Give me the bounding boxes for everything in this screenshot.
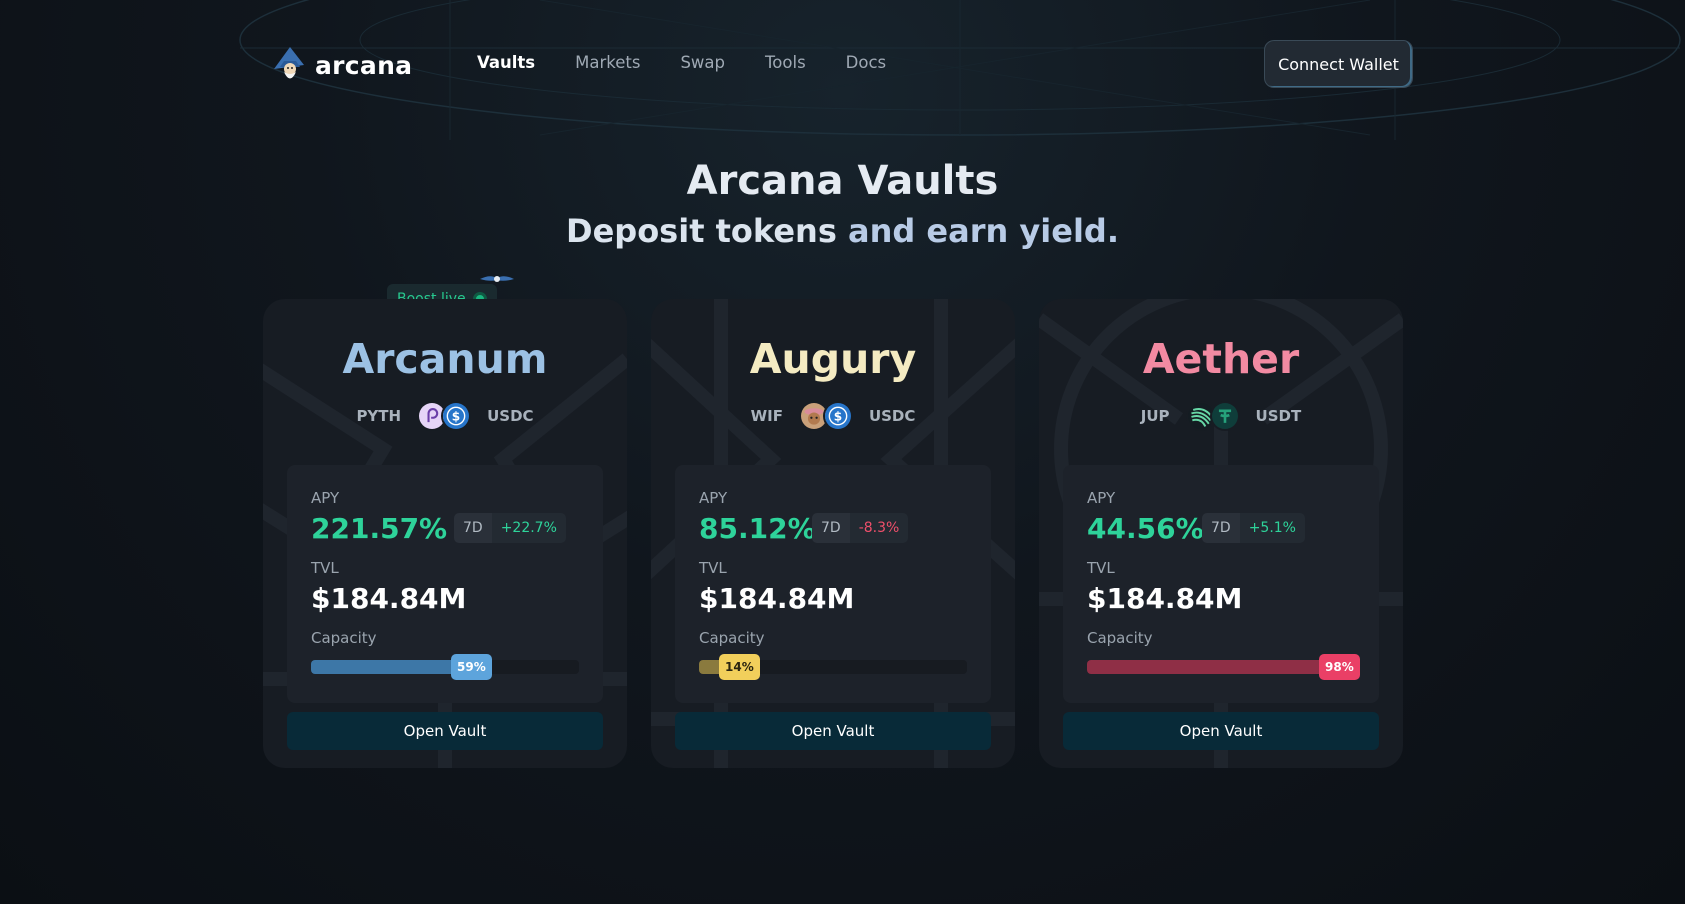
connect-wallet-button[interactable]: Connect Wallet bbox=[1264, 40, 1413, 88]
token-a-label: JUP bbox=[1140, 407, 1170, 425]
usdc-icon: $ bbox=[441, 401, 472, 431]
apy-label: APY bbox=[699, 489, 728, 507]
logo[interactable]: arcana bbox=[270, 45, 412, 85]
capacity-bar: 98% bbox=[1087, 654, 1360, 680]
capacity-label: Capacity bbox=[1087, 629, 1153, 647]
usdc-icon: $ bbox=[822, 401, 853, 431]
token-pair: WIF $ USDC bbox=[651, 401, 1015, 431]
token-pair: JUP USDT bbox=[1039, 401, 1403, 431]
token-pair: PYTH $ USDC bbox=[263, 401, 627, 431]
page-title: Arcana Vaults bbox=[686, 158, 999, 204]
vault-name: Augury bbox=[749, 335, 917, 383]
period-label: 7D bbox=[454, 513, 492, 543]
subtitle-highlight: and earn yield. bbox=[848, 212, 1119, 250]
vault-stats-panel: APY 221.57% 7D +22.7% TVL $184.84M Capac… bbox=[287, 465, 603, 703]
page-subtitle: Deposit tokens and earn yield. bbox=[0, 212, 1685, 250]
capacity-badge: 14% bbox=[719, 654, 760, 680]
capacity-label: Capacity bbox=[699, 629, 765, 647]
period-label: 7D bbox=[812, 513, 850, 543]
tvl-label: TVL bbox=[311, 559, 339, 577]
vault-card: Arcanum PYTH $ USDC APY 221.57% 7D +22.7… bbox=[263, 299, 627, 768]
nav-tools[interactable]: Tools bbox=[765, 53, 806, 72]
tvl-value: $184.84M bbox=[311, 582, 467, 615]
token-a-label: WIF bbox=[750, 407, 783, 425]
change-value: -8.3% bbox=[849, 513, 909, 543]
wizard-logo-icon bbox=[274, 47, 304, 79]
subtitle-plain: Deposit tokens bbox=[566, 212, 848, 250]
apy-change-badge: 7D +22.7% bbox=[454, 513, 566, 543]
usdt-icon bbox=[1209, 401, 1240, 431]
token-b-label: USDC bbox=[868, 407, 916, 425]
capacity-bar: 14% bbox=[699, 654, 967, 680]
apy-change-badge: 7D -8.3% bbox=[812, 513, 909, 543]
apy-change-badge: 7D +5.1% bbox=[1202, 513, 1305, 543]
capacity-badge: 98% bbox=[1319, 654, 1360, 680]
capacity-label: Capacity bbox=[311, 629, 377, 647]
tvl-value: $184.84M bbox=[699, 582, 855, 615]
token-b-label: USDT bbox=[1255, 407, 1302, 425]
apy-value: 44.56% bbox=[1087, 512, 1204, 545]
vault-card: Aether JUP USDT APY 44.56% 7D +5.1% TVL … bbox=[1039, 299, 1403, 768]
svg-text:$: $ bbox=[834, 409, 842, 423]
vault-name: Arcanum bbox=[342, 335, 548, 383]
tvl-label: TVL bbox=[1087, 559, 1115, 577]
tvl-value: $184.84M bbox=[1087, 582, 1243, 615]
nav-swap[interactable]: Swap bbox=[680, 53, 725, 72]
open-vault-button[interactable]: Open Vault bbox=[1063, 712, 1379, 750]
open-vault-button[interactable]: Open Vault bbox=[287, 712, 603, 750]
apy-value: 85.12% bbox=[699, 512, 816, 545]
period-label: 7D bbox=[1202, 513, 1240, 543]
open-vault-button[interactable]: Open Vault bbox=[675, 712, 991, 750]
token-a-label: PYTH bbox=[356, 407, 402, 425]
top-header: arcana Vaults Markets Swap Tools Docs Co… bbox=[270, 40, 1413, 90]
svg-text:$: $ bbox=[452, 409, 460, 423]
vault-card: Augury WIF $ USDC APY 85.12% 7D -8.3% TV… bbox=[651, 299, 1015, 768]
token-b-label: USDC bbox=[487, 407, 534, 425]
change-value: +5.1% bbox=[1239, 513, 1305, 543]
main-nav: Vaults Markets Swap Tools Docs bbox=[477, 53, 926, 72]
tvl-label: TVL bbox=[699, 559, 727, 577]
vault-name: Aether bbox=[1142, 335, 1300, 383]
vault-stats-panel: APY 44.56% 7D +5.1% TVL $184.84M Capacit… bbox=[1063, 465, 1379, 703]
nav-markets[interactable]: Markets bbox=[575, 53, 640, 72]
vault-stats-panel: APY 85.12% 7D -8.3% TVL $184.84M Capacit… bbox=[675, 465, 991, 703]
capacity-fill bbox=[1087, 660, 1350, 674]
apy-label: APY bbox=[311, 489, 340, 507]
nav-vaults[interactable]: Vaults bbox=[477, 53, 535, 72]
capacity-badge: 59% bbox=[451, 654, 492, 680]
logo-text: arcana bbox=[315, 50, 413, 80]
change-value: +22.7% bbox=[491, 513, 566, 543]
apy-value: 221.57% bbox=[311, 512, 448, 545]
capacity-bar: 59% bbox=[311, 654, 579, 680]
nav-docs[interactable]: Docs bbox=[846, 53, 886, 72]
apy-label: APY bbox=[1087, 489, 1116, 507]
capacity-fill bbox=[311, 660, 469, 674]
